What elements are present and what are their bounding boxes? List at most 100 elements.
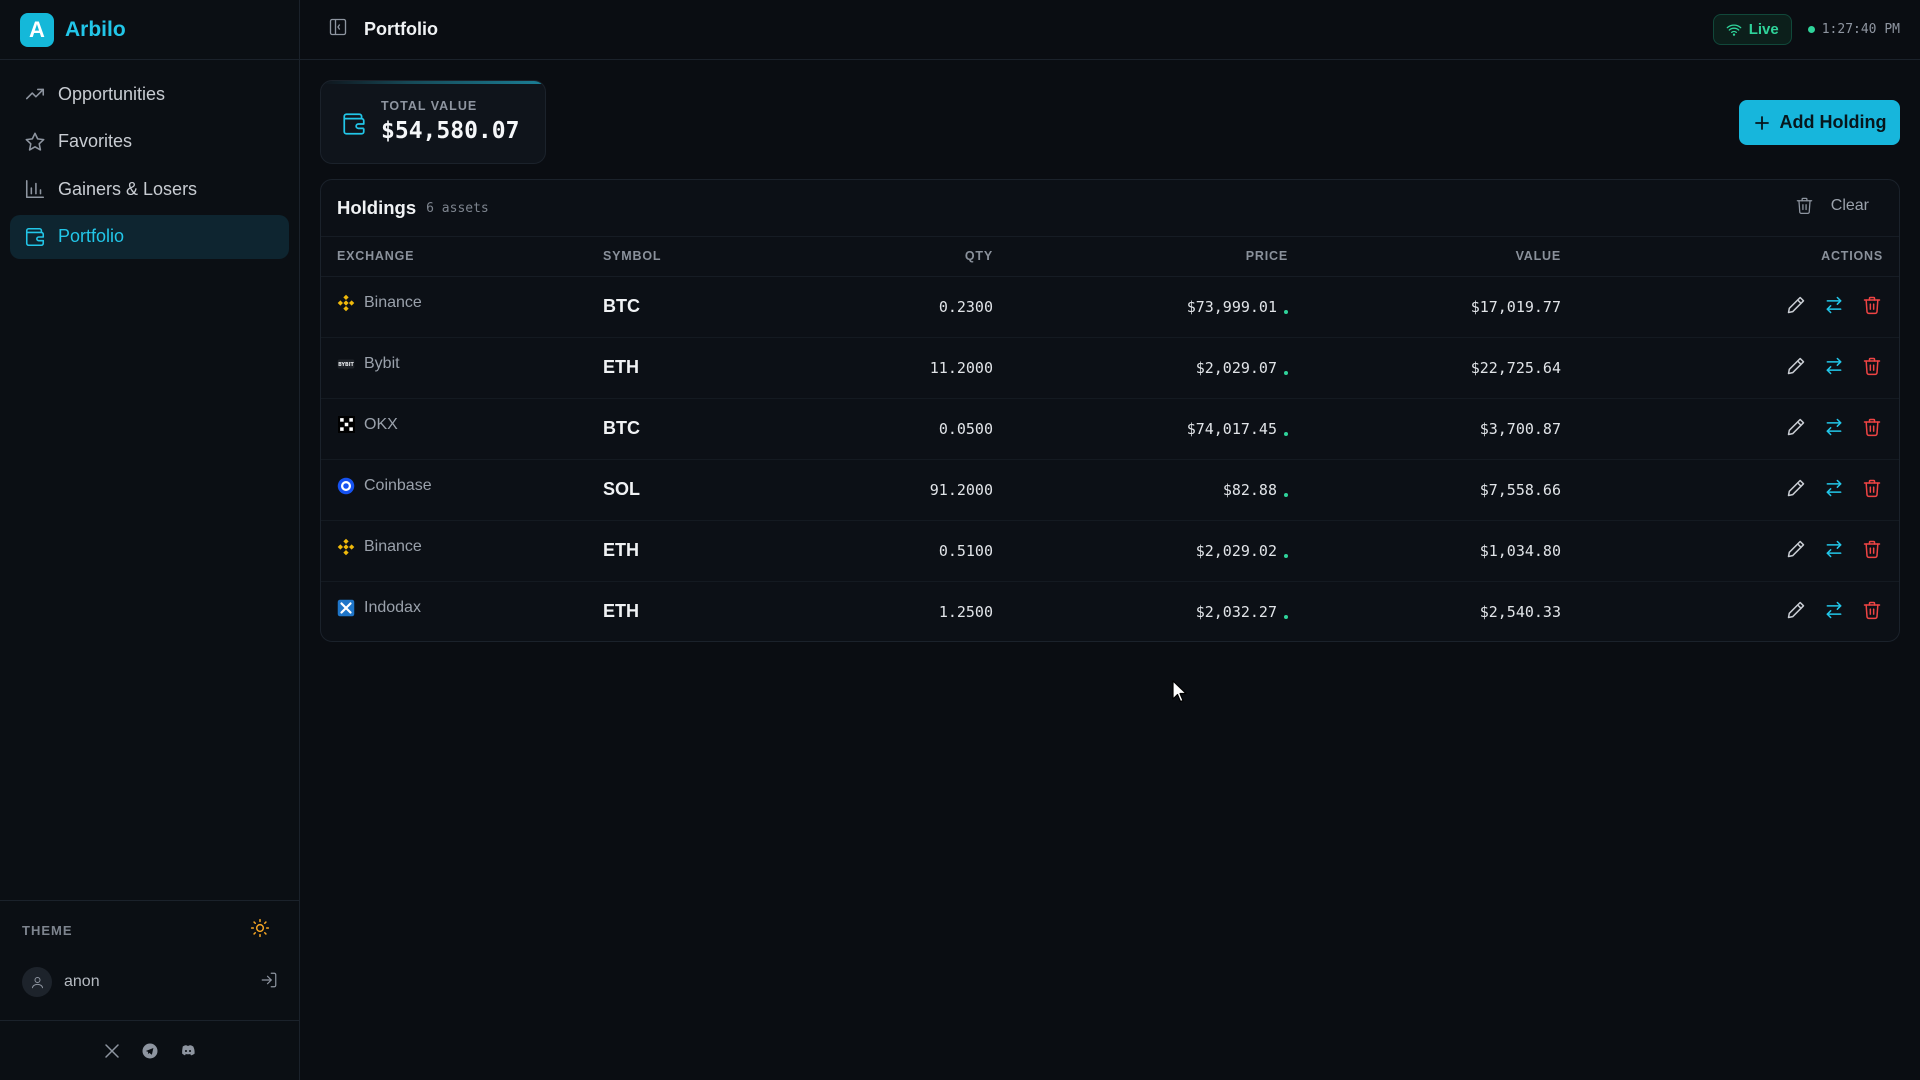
brand-logo: A xyxy=(20,12,54,47)
column-header-symbol[interactable]: SYMBOL xyxy=(603,237,823,277)
delete-icon[interactable] xyxy=(1861,294,1883,316)
edit-icon[interactable] xyxy=(1785,355,1807,377)
price-cell: $2,029.02 xyxy=(993,520,1288,582)
sidebar: A Arbilo Opportunities Favorites Gainers… xyxy=(0,0,300,1080)
total-value-amount: $54,580.07 xyxy=(381,118,520,144)
delete-icon[interactable] xyxy=(1861,477,1883,499)
add-holding-label: Add Holding xyxy=(1779,112,1887,132)
top-bar: Portfolio Live 1:27:40 PM xyxy=(300,0,1920,60)
actions-cell xyxy=(1561,398,1899,460)
coinbase-icon xyxy=(337,477,355,495)
symbol-cell: ETH xyxy=(603,601,639,622)
value-cell: $3,700.87 xyxy=(1288,398,1561,460)
sidebar-item-favorites[interactable]: Favorites xyxy=(10,120,289,164)
price-live-dot xyxy=(1284,492,1288,497)
column-header-value[interactable]: VALUE xyxy=(1288,237,1561,277)
holdings-title: Holdings xyxy=(337,197,417,218)
brand-name: Arbilo xyxy=(65,17,126,41)
symbol-cell: BTC xyxy=(603,398,823,460)
user-icon xyxy=(31,976,43,988)
swap-icon[interactable] xyxy=(1823,416,1845,438)
wallet-icon xyxy=(341,111,367,142)
binance-icon xyxy=(337,294,355,312)
live-label: Live xyxy=(1748,21,1779,38)
theme-row: THEME xyxy=(0,900,300,960)
telegram-icon[interactable] xyxy=(140,1041,160,1061)
price-cell: $2,029.07 xyxy=(993,337,1288,399)
symbol-cell: ETH xyxy=(603,520,823,582)
live-status-badge: Live xyxy=(1712,14,1792,45)
qty-cell: 0.2300 xyxy=(823,276,993,338)
column-header-qty[interactable]: QTY xyxy=(823,237,993,277)
binance-icon xyxy=(337,538,355,556)
price-live-dot xyxy=(1284,614,1288,619)
actions-cell xyxy=(1561,337,1899,399)
qty-cell: 91.2000 xyxy=(823,459,993,521)
edit-icon[interactable] xyxy=(1785,416,1807,438)
trash-icon xyxy=(1796,197,1813,215)
actions-cell xyxy=(1561,276,1899,338)
edit-icon[interactable] xyxy=(1785,477,1807,499)
wallet-icon xyxy=(25,227,45,246)
sidebar-toggle-icon[interactable] xyxy=(328,17,348,42)
price-value: $74,017.45 xyxy=(1186,419,1277,438)
exchange-name: Indodax xyxy=(364,598,421,616)
price-cell: $2,032.27 xyxy=(993,581,1288,641)
sidebar-nav: Opportunities Favorites Gainers & Losers… xyxy=(0,60,299,274)
brand[interactable]: A Arbilo xyxy=(0,0,299,60)
swap-icon[interactable] xyxy=(1823,538,1845,560)
edit-icon[interactable] xyxy=(1785,599,1807,621)
sidebar-item-gainers-losers[interactable]: Gainers & Losers xyxy=(10,167,289,211)
table-row: Binance ETH 0.5100 $2,029.02 $1,034.80 xyxy=(321,520,1899,582)
table-header-row: EXCHANGE SYMBOL QTY PRICE VALUE ACTIONS xyxy=(321,237,1899,277)
clock: 1:27:40 PM xyxy=(1807,22,1900,37)
swap-icon[interactable] xyxy=(1823,294,1845,316)
swap-icon[interactable] xyxy=(1823,355,1845,377)
avatar[interactable] xyxy=(22,967,52,997)
value-cell: $17,019.77 xyxy=(1288,276,1561,338)
holdings-header: Holdings 6 assets Clear xyxy=(321,180,1899,237)
qty-cell: 0.5100 xyxy=(823,520,993,582)
price-live-dot xyxy=(1284,431,1288,436)
exchange-name: Coinbase xyxy=(364,476,432,494)
column-header-actions: ACTIONS xyxy=(1561,237,1899,277)
x-icon[interactable] xyxy=(102,1041,122,1061)
delete-icon[interactable] xyxy=(1861,416,1883,438)
total-value-label: TOTAL VALUE xyxy=(381,99,478,113)
sidebar-item-label: Opportunities xyxy=(58,83,166,104)
column-header-price[interactable]: PRICE xyxy=(993,237,1288,277)
discord-icon[interactable] xyxy=(178,1041,198,1061)
table-row: BYBIT Bybit ETH 11.2000 $2,029.07 $22,72… xyxy=(321,337,1899,399)
price-value: $82.88 xyxy=(1222,480,1277,499)
sidebar-item-portfolio[interactable]: Portfolio xyxy=(10,214,289,259)
sidebar-item-label: Favorites xyxy=(58,131,133,151)
exchange-name: OKX xyxy=(364,415,398,433)
value-cell: $22,725.64 xyxy=(1288,337,1561,399)
column-header-exchange[interactable]: EXCHANGE xyxy=(321,237,603,277)
edit-icon[interactable] xyxy=(1785,294,1807,316)
exchange-name: Bybit xyxy=(364,354,400,372)
delete-icon[interactable] xyxy=(1861,599,1883,621)
symbol-cell: ETH xyxy=(603,337,823,399)
bybit-icon: BYBIT xyxy=(337,355,355,373)
swap-icon[interactable] xyxy=(1823,599,1845,621)
actions-cell xyxy=(1561,520,1899,582)
table-row: OKX BTC 0.0500 $74,017.45 $3,700.87 xyxy=(321,398,1899,460)
status-dot xyxy=(1807,26,1815,33)
table-row: Binance BTC 0.2300 $73,999.01 $17,019.77 xyxy=(321,276,1899,338)
edit-icon[interactable] xyxy=(1785,538,1807,560)
price-cell: $74,017.45 xyxy=(993,398,1288,460)
value-cell: $1,034.80 xyxy=(1288,520,1561,582)
svg-text:BYBIT: BYBIT xyxy=(338,361,354,367)
holdings-panel: Holdings 6 assets Clear EXCHANGE SYMBOL … xyxy=(320,179,1900,642)
delete-icon[interactable] xyxy=(1861,538,1883,560)
clear-button[interactable]: Clear xyxy=(1795,196,1869,215)
add-holding-button[interactable]: Add Holding xyxy=(1739,100,1900,145)
page-title: Portfolio xyxy=(364,19,438,39)
logout-icon[interactable] xyxy=(260,971,278,994)
sidebar-item-opportunities[interactable]: Opportunities xyxy=(10,72,289,116)
price-live-dot xyxy=(1284,309,1288,314)
swap-icon[interactable] xyxy=(1823,477,1845,499)
delete-icon[interactable] xyxy=(1861,355,1883,377)
sun-icon[interactable] xyxy=(250,918,270,943)
